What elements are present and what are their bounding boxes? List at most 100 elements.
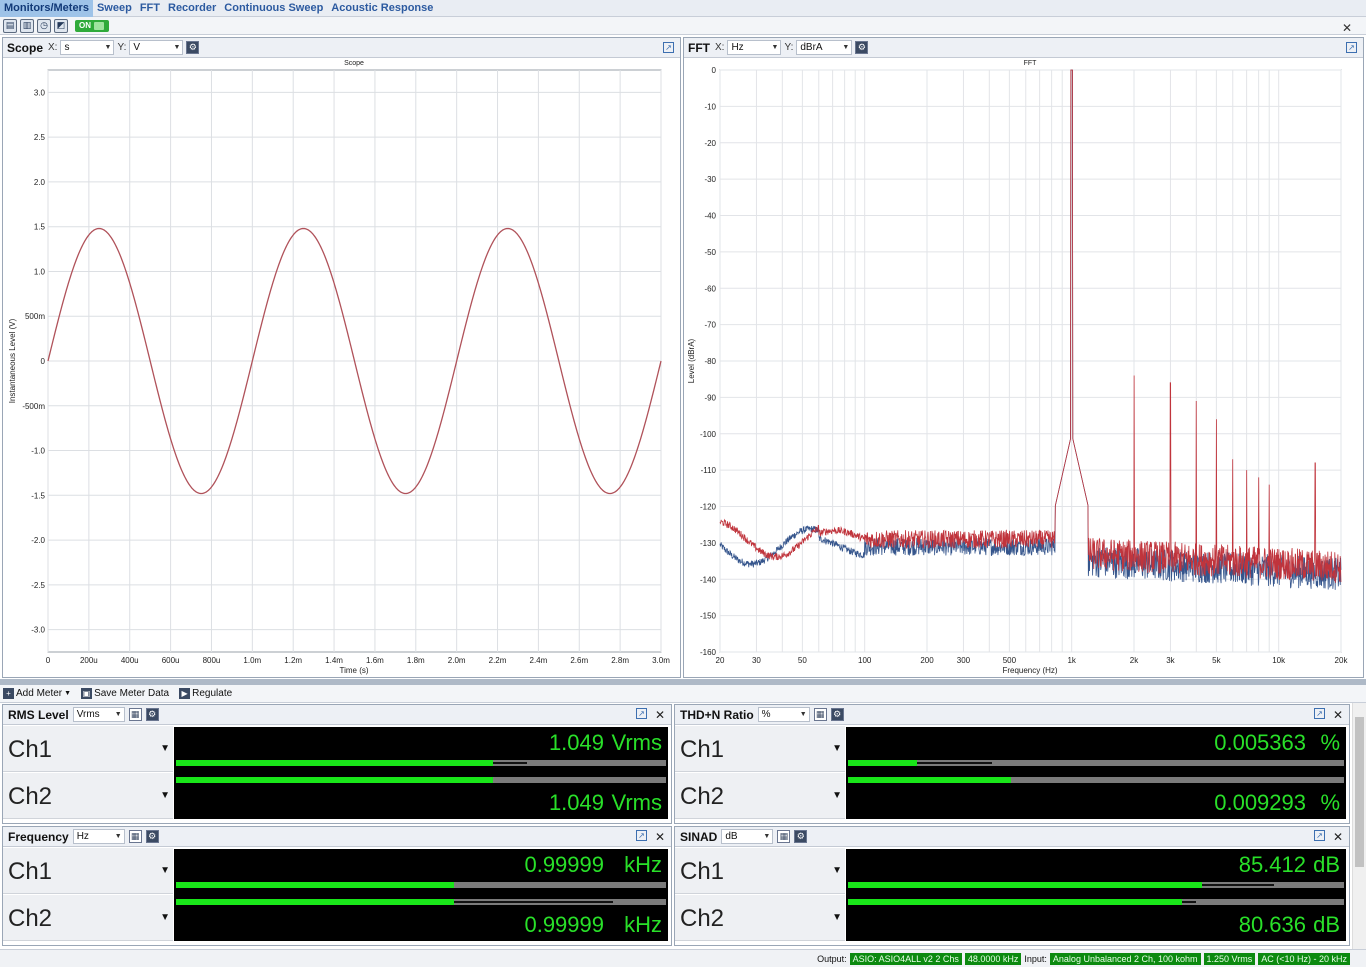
scope-y-tick-label: 2.0 bbox=[34, 178, 46, 187]
fft-y-unit: dBrA bbox=[800, 42, 823, 53]
scope-y-axis-label: Instantaneous Level (V) bbox=[8, 318, 17, 403]
popout-icon[interactable]: ↗ bbox=[663, 42, 674, 53]
meter-display-icon[interactable]: ▦ bbox=[777, 830, 791, 843]
channel-row[interactable]: Ch2 ▼ bbox=[3, 895, 173, 941]
fft-chart: FFT 20 30 50 100 200 300 500 1k 2k 3k 5k 10k 20k 0 -10… bbox=[687, 60, 1348, 675]
tab-sweep[interactable]: Sweep bbox=[93, 0, 136, 17]
chevron-down-icon[interactable]: ▼ bbox=[160, 743, 170, 754]
close-icon[interactable]: ✕ bbox=[655, 708, 665, 722]
fft-y-tick-label: -90 bbox=[704, 393, 716, 402]
level-bar-ch2 bbox=[848, 899, 1344, 905]
chevron-down-icon[interactable]: ▼ bbox=[160, 865, 170, 876]
popout-icon[interactable]: ↗ bbox=[1313, 708, 1325, 719]
fft-x-axis-label: Frequency (Hz) bbox=[1002, 666, 1057, 675]
chevron-down-icon[interactable]: ▼ bbox=[160, 790, 170, 801]
meter-unit-select[interactable]: % ▼ bbox=[757, 707, 810, 722]
layout-icon[interactable]: ▤ bbox=[3, 18, 17, 33]
chevron-down-icon[interactable]: ▼ bbox=[160, 912, 170, 923]
chevron-down-icon[interactable]: ▼ bbox=[832, 865, 842, 876]
close-icon[interactable]: ✕ bbox=[1333, 708, 1343, 722]
scope-x-tick-label: 2.6m bbox=[570, 656, 588, 665]
gear-icon[interactable]: ⚙ bbox=[145, 830, 159, 843]
gear-icon[interactable]: ⚙ bbox=[794, 830, 808, 843]
meter-frequency: Frequency Hz ▼ ▦ ⚙ ↗ ✕ Ch1 ▼ Ch2 ▼ 0.99999 kHz 0… bbox=[2, 826, 672, 946]
input-config[interactable]: Analog Unbalanced 2 Ch, 100 kohm bbox=[1049, 952, 1201, 965]
scope-y-unit: V bbox=[133, 42, 141, 53]
tab-continuous-sweep[interactable]: Continuous Sweep bbox=[220, 0, 327, 17]
tab-monitors-meters[interactable]: Monitors/Meters bbox=[0, 0, 93, 17]
scope-panel: Scope X: s ▼ Y: V ▼ ⚙ ↗ Scope 0 200u 400u 600… bbox=[2, 37, 681, 678]
fft-chart-title: FFT bbox=[1024, 60, 1038, 67]
input-range[interactable]: 1.250 Vrms bbox=[1203, 952, 1256, 965]
meter-unit-select[interactable]: dB ▼ bbox=[721, 829, 774, 844]
channel-row[interactable]: Ch2 ▼ bbox=[675, 773, 845, 819]
close-icon[interactable]: ✕ bbox=[655, 830, 665, 844]
scope-title: Scope bbox=[7, 40, 44, 55]
ch2-unit: Vrms bbox=[611, 790, 662, 815]
output-device[interactable]: ASIO: ASIO4ALL v2 2 Chs bbox=[849, 952, 962, 965]
meter-display-icon[interactable]: ▦ bbox=[128, 830, 142, 843]
channel-row[interactable]: Ch1 ▼ bbox=[675, 848, 845, 894]
scope-y-tick-label: 500m bbox=[25, 312, 45, 321]
gear-icon[interactable]: ⚙ bbox=[145, 708, 159, 721]
tab-acoustic-response[interactable]: Acoustic Response bbox=[327, 0, 437, 17]
chart-icon[interactable]: ◩ bbox=[54, 18, 68, 33]
clock-icon[interactable]: ◷ bbox=[37, 18, 51, 33]
scope-y-tick-label: 1.0 bbox=[34, 267, 46, 276]
scope-y-tick-label: -500m bbox=[22, 402, 45, 411]
save-meter-data-button[interactable]: ▣ Save Meter Data bbox=[81, 688, 169, 699]
popout-icon[interactable]: ↗ bbox=[635, 708, 647, 719]
close-icon[interactable]: ✕ bbox=[1342, 21, 1352, 35]
popout-icon[interactable]: ↗ bbox=[1346, 42, 1357, 53]
add-meter-button[interactable]: + Add Meter ▼ bbox=[3, 688, 71, 699]
meter-unit-select[interactable]: Vrms ▼ bbox=[72, 707, 125, 722]
scope-x-tick-label: 3.0m bbox=[652, 656, 670, 665]
meter-display-icon[interactable]: ▦ bbox=[128, 708, 142, 721]
ch2-value: 0.99999 bbox=[524, 912, 604, 937]
tab-recorder[interactable]: Recorder bbox=[164, 0, 220, 17]
scrollbar-thumb[interactable] bbox=[1355, 717, 1364, 867]
scope-y-unit-select[interactable]: V ▼ bbox=[129, 40, 184, 55]
input-bandwidth[interactable]: AC (<10 Hz) - 20 kHz bbox=[1258, 952, 1350, 965]
fft-y-tick-label: -120 bbox=[700, 503, 717, 512]
scope-x-tick-label: 1.0m bbox=[243, 656, 261, 665]
meters-scrollbar[interactable] bbox=[1352, 703, 1366, 949]
fft-y-tick-label: 0 bbox=[712, 66, 717, 75]
scope-x-tick-label: 2.8m bbox=[611, 656, 629, 665]
channel-row[interactable]: Ch1 ▼ bbox=[3, 848, 173, 894]
fft-title: FFT bbox=[688, 40, 710, 55]
level-bar-peak bbox=[1182, 901, 1197, 903]
gear-icon[interactable]: ⚙ bbox=[830, 708, 844, 721]
gear-icon[interactable]: ⚙ bbox=[186, 41, 200, 54]
regulate-button[interactable]: ▶ Regulate bbox=[179, 688, 232, 699]
scope-y-tick-label: -2.5 bbox=[31, 581, 45, 590]
popout-icon[interactable]: ↗ bbox=[1313, 830, 1325, 841]
channel-row[interactable]: Ch2 ▼ bbox=[675, 895, 845, 941]
generator-on-toggle[interactable]: ON bbox=[75, 19, 109, 32]
tab-fft[interactable]: FFT bbox=[136, 0, 164, 17]
ch2-value: 80.636 bbox=[1238, 912, 1306, 937]
chevron-down-icon[interactable]: ▼ bbox=[832, 790, 842, 801]
fft-y-unit-select[interactable]: dBrA ▼ bbox=[796, 40, 853, 55]
meter-icon[interactable]: ▥ bbox=[20, 18, 34, 33]
channel-row[interactable]: Ch2 ▼ bbox=[3, 773, 173, 819]
scope-header: Scope X: s ▼ Y: V ▼ ⚙ ↗ bbox=[3, 38, 680, 58]
fft-x-unit-select[interactable]: Hz ▼ bbox=[727, 40, 782, 55]
popout-icon[interactable]: ↗ bbox=[635, 830, 647, 841]
scope-chart-title: Scope bbox=[344, 60, 364, 67]
chevron-down-icon: ▼ bbox=[64, 690, 72, 697]
fft-x-tick-label: 200 bbox=[920, 656, 934, 665]
fft-y-tick-label: -100 bbox=[700, 430, 717, 439]
scope-y-tick-label: -1.0 bbox=[31, 447, 45, 456]
close-icon[interactable]: ✕ bbox=[1333, 830, 1343, 844]
chevron-down-icon[interactable]: ▼ bbox=[832, 912, 842, 923]
chevron-down-icon[interactable]: ▼ bbox=[832, 743, 842, 754]
scope-x-unit-select[interactable]: s ▼ bbox=[60, 40, 115, 55]
channel-row[interactable]: Ch1 ▼ bbox=[675, 726, 845, 772]
channel-row[interactable]: Ch1 ▼ bbox=[3, 726, 173, 772]
gear-icon[interactable]: ⚙ bbox=[855, 41, 869, 54]
output-rate[interactable]: 48.0000 kHz bbox=[964, 952, 1022, 965]
fft-y-tick-label: -30 bbox=[704, 175, 716, 184]
meter-unit-select[interactable]: Hz ▼ bbox=[72, 829, 125, 844]
meter-display-icon[interactable]: ▦ bbox=[813, 708, 827, 721]
